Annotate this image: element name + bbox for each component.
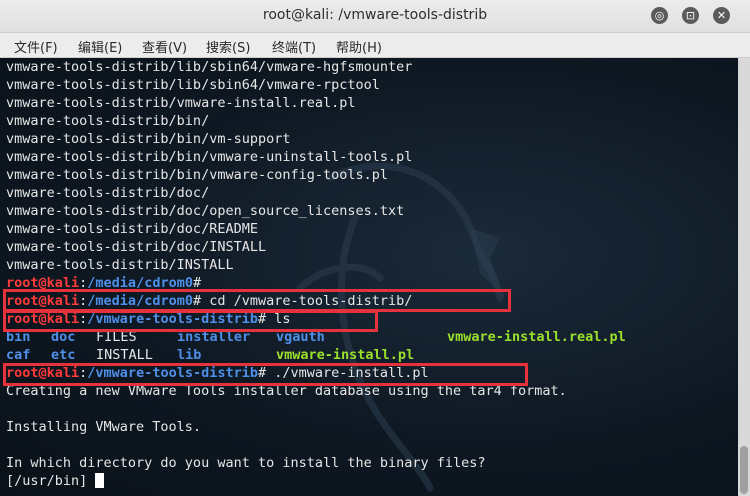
- output-line: vmware-tools-distrib/INSTALL: [6, 257, 234, 273]
- menu-help[interactable]: 帮助(H): [336, 37, 382, 56]
- output-line: vmware-tools-distrib/vmware-install.real…: [6, 95, 356, 111]
- menu-search[interactable]: 搜索(S): [206, 37, 250, 56]
- input-line[interactable]: [/usr/bin]: [6, 472, 567, 490]
- close-button[interactable]: ✕: [713, 7, 730, 24]
- highlight-box: [3, 310, 378, 332]
- output-line: In which directory do you want to instal…: [6, 455, 486, 471]
- ls-entry: lib: [177, 347, 202, 363]
- menu-edit[interactable]: 编辑(E): [78, 37, 122, 56]
- output-line: vmware-tools-distrib/lib/sbin64/vmware-r…: [6, 77, 380, 93]
- ls-entry: etc: [51, 347, 76, 363]
- menu-bar: 文件(F) 编辑(E) 查看(V) 搜索(S) 终端(T) 帮助(H): [0, 33, 750, 58]
- scrollbar-thumb[interactable]: [740, 446, 748, 494]
- menu-terminal[interactable]: 终端(T): [272, 37, 316, 56]
- highlight-box: [3, 289, 511, 312]
- title-bar[interactable]: root@kali: /vmware-tools-distrib ◎ ⊡ ✕: [0, 0, 750, 33]
- maximize-button[interactable]: ⊡: [682, 7, 699, 24]
- terminal-window: root@kali: /vmware-tools-distrib ◎ ⊡ ✕ 文…: [0, 0, 750, 496]
- ls-output-row: caf etc INSTALL lib vmware-install.pl: [6, 346, 567, 364]
- menu-file[interactable]: 文件(F): [14, 37, 58, 56]
- terminal-output: vmware-tools-distrib/lib/sbin64/vmware-h…: [6, 58, 626, 490]
- ls-entry: INSTALL: [96, 347, 153, 363]
- output-line: vmware-tools-distrib/doc/INSTALL: [6, 239, 267, 255]
- input-default: [/usr/bin]: [6, 473, 96, 489]
- terminal-area[interactable]: vmware-tools-distrib/lib/sbin64/vmware-h…: [0, 58, 738, 496]
- ls-entry: vmware-install.real.pl: [447, 329, 626, 345]
- ls-entry: caf: [6, 347, 31, 363]
- scrollbar[interactable]: [738, 58, 750, 496]
- output-line: vmware-tools-distrib/bin/vmware-config-t…: [6, 167, 389, 183]
- minimize-button[interactable]: ◎: [651, 7, 668, 24]
- output-line: vmware-tools-distrib/bin/vm-support: [6, 131, 291, 147]
- window-title: root@kali: /vmware-tools-distrib: [262, 7, 488, 23]
- highlight-box: [3, 363, 528, 386]
- output-line: vmware-tools-distrib/bin/: [6, 113, 210, 129]
- output-line: vmware-tools-distrib/doc/README: [6, 221, 258, 237]
- output-line: vmware-tools-distrib/doc/: [6, 185, 210, 201]
- text-cursor: [95, 473, 105, 488]
- output-line: vmware-tools-distrib/doc/open_source_lic…: [6, 203, 405, 219]
- output-line: vmware-tools-distrib/lib/sbin64/vmware-h…: [6, 59, 413, 75]
- output-line: vmware-tools-distrib/bin/vmware-uninstal…: [6, 149, 413, 165]
- ls-entry: vmware-install.pl: [276, 347, 415, 363]
- output-line: Installing VMware Tools.: [6, 419, 202, 435]
- menu-view[interactable]: 查看(V): [142, 37, 187, 56]
